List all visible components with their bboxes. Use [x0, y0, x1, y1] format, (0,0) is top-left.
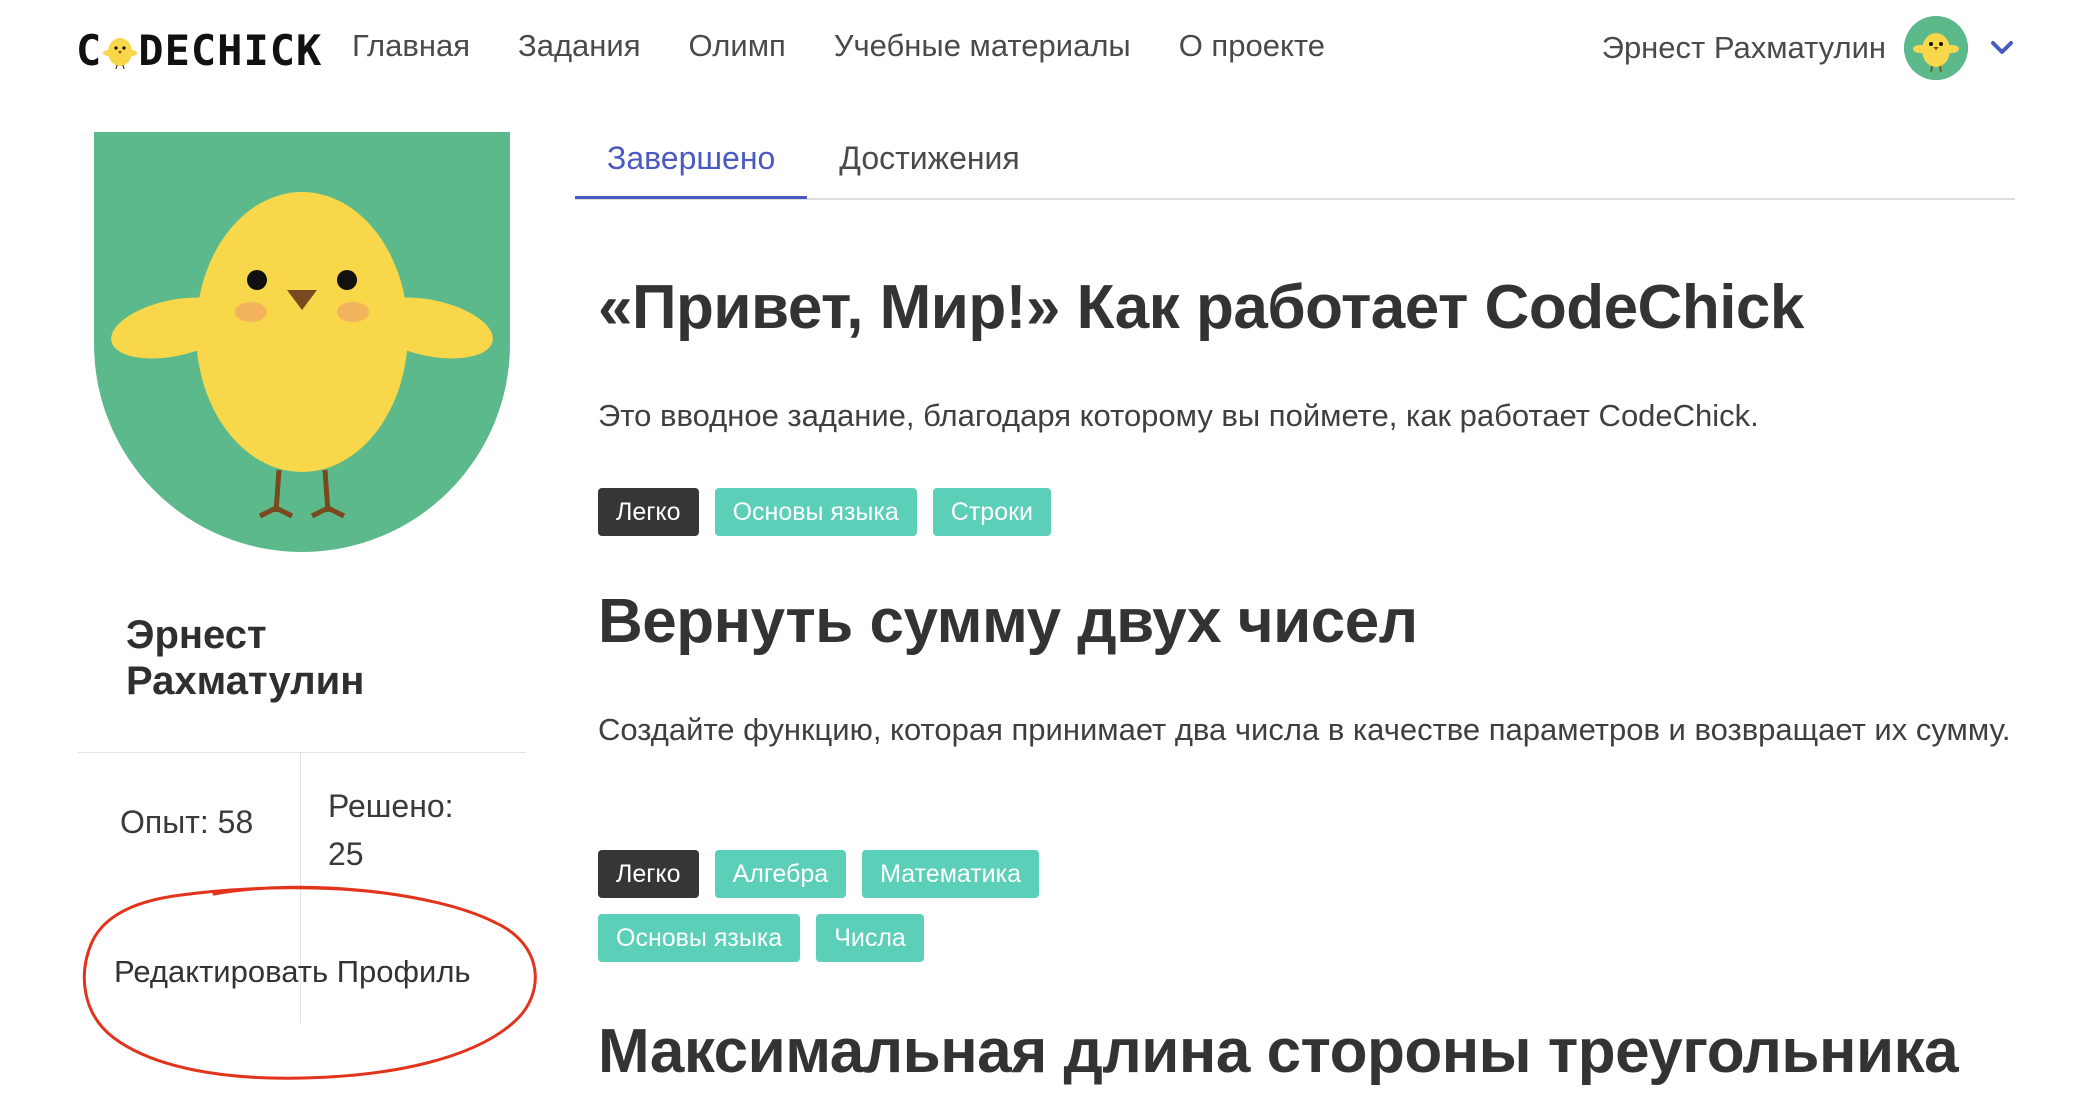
logo-chick-icon — [103, 31, 138, 70]
nav-item-tasks[interactable]: Задания — [518, 28, 641, 64]
solved-value: 25 — [328, 836, 364, 872]
task-tags: Легко Основы языка Строки — [598, 488, 1158, 536]
nav-item-olymp[interactable]: Олимп — [689, 28, 786, 64]
logo-text-start: C — [76, 25, 103, 75]
top-navigation: C DECHICK Главная Задания Олимп Учебные — [0, 0, 2092, 100]
profile-tabs: Завершено Достижения — [575, 130, 2015, 200]
profile-divider — [78, 752, 526, 753]
edit-profile-link[interactable]: Редактировать Профиль — [114, 954, 471, 990]
topic-tag[interactable]: Числа — [816, 914, 924, 962]
task-description: Это вводное задание, благодаря которому … — [598, 398, 1759, 433]
tab-completed[interactable]: Завершено — [575, 130, 808, 199]
avatar[interactable] — [1904, 16, 1968, 80]
nav-item-materials[interactable]: Учебные материалы — [834, 28, 1131, 64]
main-nav: Главная Задания Олимп Учебные материалы … — [352, 28, 1325, 64]
topic-tag[interactable]: Алгебра — [714, 850, 847, 898]
task-title[interactable]: Вернуть сумму двух чисел — [598, 586, 1418, 657]
task-title[interactable]: «Привет, Мир!» Как работает CodeChick — [598, 272, 1804, 343]
tab-achievements[interactable]: Достижения — [807, 130, 1051, 196]
topic-tag[interactable]: Основы языка — [714, 488, 917, 536]
task-tags: Легко Алгебра Математика Основы языка Чи… — [598, 850, 1158, 962]
page: C DECHICK Главная Задания Олимп Учебные — [0, 0, 2092, 1106]
chevron-down-icon[interactable] — [1986, 32, 2018, 64]
user-menu-name[interactable]: Эрнест Рахматулин — [1602, 30, 1886, 66]
topic-tag[interactable]: Строки — [932, 488, 1051, 536]
nav-item-home[interactable]: Главная — [352, 28, 470, 64]
nav-item-about[interactable]: О проекте — [1179, 28, 1325, 64]
profile-first-name: Эрнест — [126, 613, 267, 657]
chick-avatar-icon — [1904, 16, 1968, 80]
difficulty-tag[interactable]: Легко — [598, 850, 699, 898]
profile-name: Эрнест Рахматулин — [126, 612, 486, 704]
task-title[interactable]: Максимальная длина стороны треугольника — [598, 1016, 1959, 1087]
solved-stat: Решено: 25 — [328, 782, 508, 878]
solved-label: Решено: — [328, 788, 454, 824]
task-description: Создайте функцию, которая принимает два … — [598, 712, 2011, 747]
profile-last-name: Рахматулин — [126, 659, 365, 703]
experience-stat: Опыт: 58 — [120, 804, 254, 840]
codechick-logo[interactable]: C DECHICK — [76, 22, 322, 78]
difficulty-tag[interactable]: Легко — [598, 488, 699, 536]
topic-tag[interactable]: Математика — [862, 850, 1040, 898]
topic-tag[interactable]: Основы языка — [598, 914, 801, 962]
user-menu[interactable]: Эрнест Рахматулин — [1602, 16, 2018, 80]
profile-avatar-chick-icon — [94, 132, 510, 552]
logo-text-end: DECHICK — [138, 25, 323, 75]
